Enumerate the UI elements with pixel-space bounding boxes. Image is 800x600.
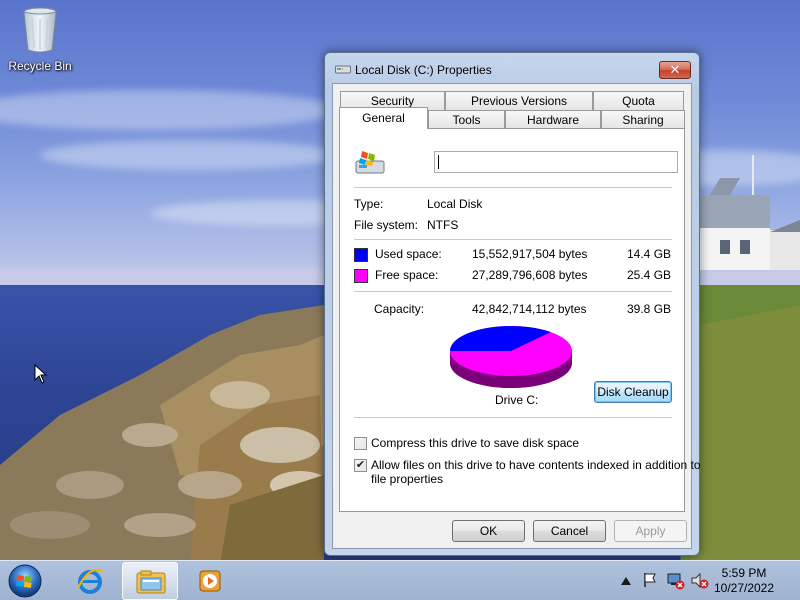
ok-button[interactable]: OK xyxy=(452,520,525,542)
file-system-label: File system: xyxy=(354,218,419,232)
disk-usage-pie-chart xyxy=(450,326,572,388)
show-hidden-icons-icon[interactable] xyxy=(621,577,631,585)
used-space-swatch xyxy=(354,248,368,262)
start-orb-icon[interactable] xyxy=(6,563,44,599)
used-space-label: Used space: xyxy=(375,247,442,261)
clock-date: 10/27/2022 xyxy=(713,581,775,595)
tab-quota[interactable]: Quota xyxy=(593,91,684,110)
action-center-flag-icon[interactable] xyxy=(642,572,658,588)
used-space-size: 14.4 GB xyxy=(627,247,672,261)
index-contents-label-line2: file properties xyxy=(371,472,444,486)
free-space-bytes: 27,289,796,608 bytes xyxy=(472,268,588,282)
dialog-client: Security Previous Versions Quota General… xyxy=(332,83,701,549)
recycle-bin-icon xyxy=(23,7,57,53)
free-space-swatch xyxy=(354,269,368,283)
capacity-bytes: 42,842,714,112 bytes xyxy=(472,302,587,316)
capacity-size: 39.8 GB xyxy=(627,302,672,316)
taskbar: 5:59 PM 10/27/2022 xyxy=(0,560,800,600)
close-button[interactable]: ✕ xyxy=(659,61,691,79)
drive-name-label: Drive C: xyxy=(495,393,539,407)
taskbar-windows-explorer[interactable] xyxy=(122,562,178,600)
clock-time: 5:59 PM xyxy=(721,566,767,580)
drive-large-icon xyxy=(355,151,385,174)
tab-sharing[interactable]: Sharing xyxy=(601,110,685,129)
drive-label-input[interactable] xyxy=(434,151,678,173)
text-caret xyxy=(438,155,439,169)
window-title: Local Disk (C:) Properties xyxy=(355,63,492,77)
separator xyxy=(354,291,672,292)
free-space-label: Free space: xyxy=(375,268,439,282)
media-player-icon xyxy=(199,570,221,592)
index-contents-label-line1: Allow files on this drive to have conten… xyxy=(371,458,701,472)
apply-button[interactable]: Apply xyxy=(614,520,687,542)
taskbar-clock[interactable]: 5:59 PM 10/27/2022 xyxy=(704,566,784,596)
type-label: Type: xyxy=(354,197,384,211)
properties-window: Local Disk (C:) Properties ✕ Security Pr… xyxy=(324,52,701,556)
drive-label-field[interactable] xyxy=(435,152,677,172)
internet-explorer-icon xyxy=(77,569,104,594)
separator xyxy=(354,239,672,240)
index-contents-checkbox[interactable]: ✔ xyxy=(354,459,367,472)
drive-icon xyxy=(335,65,351,74)
network-icon[interactable] xyxy=(667,572,685,590)
general-tab-panel: Type: Local Disk File system: NTFS Used … xyxy=(339,128,701,512)
recycle-bin-label: Recycle Bin xyxy=(8,59,72,73)
windows-explorer-icon xyxy=(136,570,166,594)
tab-tools[interactable]: Tools xyxy=(428,110,505,129)
title-bar[interactable]: Local Disk (C:) Properties ✕ xyxy=(325,53,699,85)
taskbar-internet-explorer[interactable] xyxy=(62,562,118,600)
cancel-button[interactable]: Cancel xyxy=(533,520,606,542)
tab-hardware[interactable]: Hardware xyxy=(505,110,601,129)
used-space-bytes: 15,552,917,504 bytes xyxy=(472,247,588,261)
compress-drive-label: Compress this drive to save disk space xyxy=(371,436,580,450)
tab-general[interactable]: General xyxy=(339,107,428,129)
separator xyxy=(354,187,672,188)
compress-drive-checkbox[interactable] xyxy=(354,437,367,450)
free-space-size: 25.4 GB xyxy=(627,268,672,282)
file-system-value: NTFS xyxy=(427,218,459,232)
separator xyxy=(354,417,672,418)
mouse-cursor-icon xyxy=(34,364,48,384)
desktop-icon-recycle-bin[interactable]: Recycle Bin xyxy=(4,6,76,73)
disk-cleanup-button[interactable]: Disk Cleanup xyxy=(594,381,672,403)
type-value: Local Disk xyxy=(427,197,483,211)
capacity-label: Capacity: xyxy=(374,302,425,316)
tab-previous-versions[interactable]: Previous Versions xyxy=(445,91,593,110)
taskbar-media-player[interactable] xyxy=(182,562,238,600)
